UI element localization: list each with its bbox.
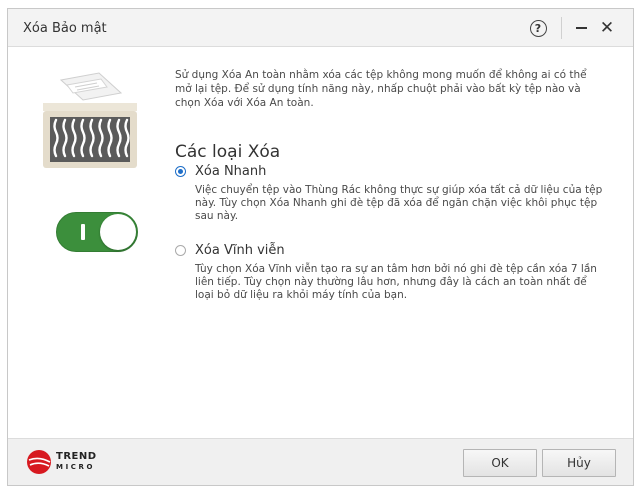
cancel-button[interactable]: Hủy xyxy=(542,449,616,477)
quick-erase-radio[interactable] xyxy=(175,166,186,177)
option-permanent-erase[interactable]: Xóa Vĩnh viễn Tùy chọn Xóa Vĩnh viễn tạo… xyxy=(175,243,605,302)
help-button[interactable]: ? xyxy=(519,9,557,47)
intro-text: Sử dụng Xóa An toàn nhằm xóa các tệp khô… xyxy=(175,69,587,109)
section-title: Các loại Xóa xyxy=(175,142,281,162)
quick-erase-description: Việc chuyển tệp vào Thùng Rác không thực… xyxy=(195,184,603,222)
toggle-knob xyxy=(100,214,136,250)
permanent-erase-radio[interactable] xyxy=(175,245,186,256)
footer-bar: TREND MICRO OK Hủy xyxy=(8,438,633,485)
close-button[interactable]: ✕ xyxy=(588,9,626,47)
logo-line2: MICRO xyxy=(56,463,96,471)
trend-micro-logo: TREND MICRO xyxy=(26,449,97,475)
logo-line1: TREND xyxy=(56,451,97,462)
window-title: Xóa Bảo mật xyxy=(23,21,107,36)
quick-erase-label: Xóa Nhanh xyxy=(195,164,267,179)
title-bar: Xóa Bảo mật ? ✕ xyxy=(8,9,633,47)
option-quick-erase[interactable]: Xóa Nhanh Việc chuyển tệp vào Thùng Rác … xyxy=(175,164,605,223)
minimize-icon xyxy=(575,27,587,29)
content-area: Sử dụng Xóa An toàn nhằm xóa các tệp khô… xyxy=(8,47,633,440)
help-icon: ? xyxy=(529,19,547,37)
permanent-erase-description: Tùy chọn Xóa Vĩnh viễn tạo ra sự an tâm … xyxy=(195,263,597,301)
permanent-erase-label: Xóa Vĩnh viễn xyxy=(195,243,285,258)
trend-micro-logo-icon xyxy=(27,450,51,474)
ok-button[interactable]: OK xyxy=(463,449,537,477)
secure-erase-toggle[interactable] xyxy=(56,212,138,252)
shredder-icon xyxy=(43,72,137,168)
secure-erase-window: Xóa Bảo mật ? ✕ Sử dụng Xóa An toàn nhằm… xyxy=(7,8,634,486)
toggle-on-indicator xyxy=(81,224,85,240)
close-icon: ✕ xyxy=(599,17,615,38)
